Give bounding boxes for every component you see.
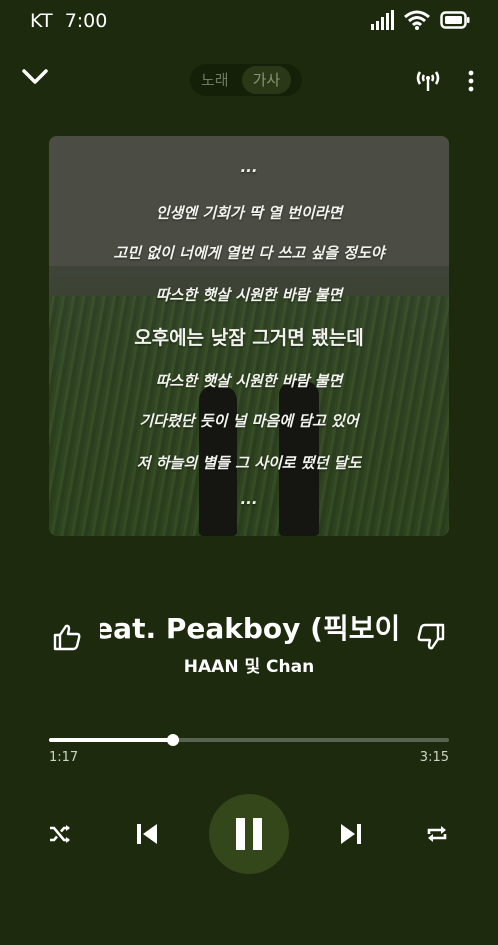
lyric-line: ...: [240, 490, 258, 508]
thumbs-up-icon[interactable]: [52, 622, 82, 652]
playback-controls: [0, 794, 498, 874]
lyric-line: 인생엔 기회가 딱 열 번이라면: [155, 204, 343, 222]
status-icons: [370, 10, 470, 30]
album-art: ... 인생엔 기회가 딱 열 번이라면 고민 없이 너에게 열번 다 쓰고 싶…: [49, 136, 449, 536]
lyric-line: 저 하늘의 별들 그 사이로 떴던 달도: [136, 454, 362, 472]
song-title-marquee: feat. Peakboy (픽보이: [100, 610, 398, 650]
pause-icon: [236, 818, 262, 850]
signal-icon: [371, 10, 394, 30]
cast-icon[interactable]: [414, 68, 442, 92]
status-carrier-time: KT 7:00: [30, 10, 107, 32]
song-title: feat. Peakboy (픽보이: [100, 612, 398, 645]
progress-knob[interactable]: [167, 734, 179, 746]
carrier-label: KT: [30, 10, 53, 32]
lyric-line: 따스한 햇살 시원한 바람 불면: [155, 286, 343, 304]
wifi-icon: [404, 10, 430, 30]
player-topbar: 노래 가사: [0, 58, 498, 102]
lyric-line: 기다렸단 듯이 널 마음에 담고 있어: [139, 412, 359, 430]
repeat-icon[interactable]: [425, 822, 449, 846]
skip-next-icon[interactable]: [338, 821, 364, 847]
lyrics-panel: ... 인생엔 기회가 딱 열 번이라면 고민 없이 너에게 열번 다 쓰고 싶…: [49, 136, 449, 536]
lyric-line: 따스한 햇살 시원한 바람 불면: [155, 372, 343, 390]
progress-fill: [49, 738, 173, 742]
status-bar: KT 7:00: [0, 0, 498, 42]
progress-bar[interactable]: [49, 734, 449, 746]
shuffle-icon[interactable]: [48, 822, 72, 846]
battery-icon: [440, 11, 470, 29]
tab-song[interactable]: 노래: [190, 66, 240, 94]
duration-time: 3:15: [419, 750, 449, 765]
chevron-down-icon[interactable]: [20, 62, 50, 92]
clock-label: 7:00: [64, 10, 108, 32]
lyric-line: 고민 없이 너에게 열번 다 쓰고 싶을 정도야: [113, 244, 385, 262]
lyric-line-current: 오후에는 낮잠 그거면 됐는데: [134, 327, 364, 349]
thumbs-down-icon[interactable]: [416, 622, 446, 652]
elapsed-time: 1:17: [49, 750, 79, 765]
more-vertical-icon[interactable]: [466, 70, 476, 92]
lyric-line: ...: [240, 158, 258, 176]
tab-lyrics[interactable]: 가사: [241, 66, 292, 94]
pause-button[interactable]: [209, 794, 289, 874]
artist-name[interactable]: HAAN 및 Chan: [0, 652, 498, 677]
skip-previous-icon[interactable]: [134, 821, 160, 847]
song-lyrics-toggle: 노래 가사: [190, 64, 302, 96]
